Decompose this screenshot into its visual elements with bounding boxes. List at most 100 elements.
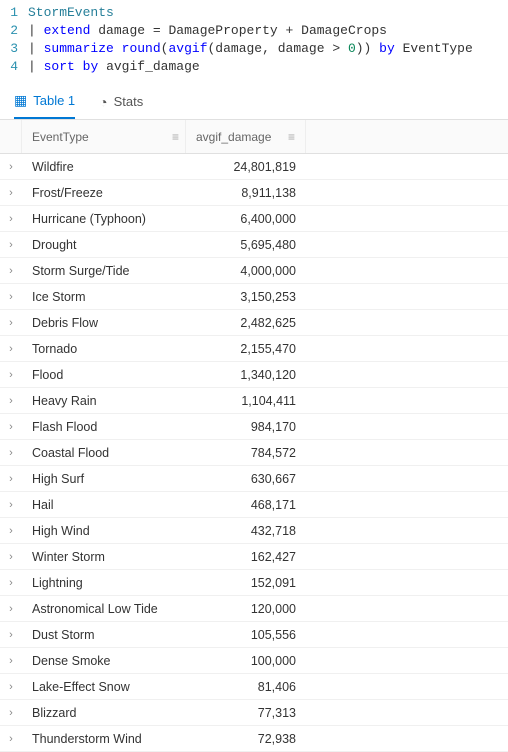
table-row[interactable]: ›Thunderstorm Wind72,938 bbox=[0, 726, 508, 752]
query-editor[interactable]: 1StormEvents2| extend damage = DamagePro… bbox=[0, 0, 508, 84]
cell-damage: 81,406 bbox=[186, 680, 306, 694]
cell-damage: 6,400,000 bbox=[186, 212, 306, 226]
cell-eventtype: Coastal Flood bbox=[22, 446, 186, 460]
grid-body: ›Wildfire24,801,819›Frost/Freeze8,911,13… bbox=[0, 154, 508, 752]
expand-row-icon[interactable]: › bbox=[0, 213, 22, 225]
cell-damage: 432,718 bbox=[186, 524, 306, 538]
expand-row-icon[interactable]: › bbox=[0, 655, 22, 667]
cell-eventtype: Frost/Freeze bbox=[22, 186, 186, 200]
tab-table-label: Table 1 bbox=[33, 93, 75, 108]
expand-row-icon[interactable]: › bbox=[0, 525, 22, 537]
table-row[interactable]: ›Astronomical Low Tide120,000 bbox=[0, 596, 508, 622]
editor-line[interactable]: 4| sort by avgif_damage bbox=[0, 58, 508, 76]
cell-eventtype: Winter Storm bbox=[22, 550, 186, 564]
cell-damage: 120,000 bbox=[186, 602, 306, 616]
expand-row-icon[interactable]: › bbox=[0, 343, 22, 355]
expand-row-icon[interactable]: › bbox=[0, 421, 22, 433]
line-number: 4 bbox=[0, 58, 28, 76]
table-row[interactable]: ›Dust Storm105,556 bbox=[0, 622, 508, 648]
expand-row-icon[interactable]: › bbox=[0, 395, 22, 407]
expand-row-icon[interactable]: › bbox=[0, 265, 22, 277]
expand-row-icon[interactable]: › bbox=[0, 317, 22, 329]
cell-damage: 2,155,470 bbox=[186, 342, 306, 356]
code-text[interactable]: | extend damage = DamageProperty + Damag… bbox=[28, 22, 508, 40]
table-row[interactable]: ›Blizzard77,313 bbox=[0, 700, 508, 726]
table-row[interactable]: ›Ice Storm3,150,253 bbox=[0, 284, 508, 310]
table-row[interactable]: ›Wildfire24,801,819 bbox=[0, 154, 508, 180]
tab-table[interactable]: ▦ Table 1 bbox=[14, 84, 75, 119]
expand-row-icon[interactable]: › bbox=[0, 187, 22, 199]
cell-eventtype: Lake-Effect Snow bbox=[22, 680, 186, 694]
cell-damage: 3,150,253 bbox=[186, 290, 306, 304]
code-text[interactable]: | sort by avgif_damage bbox=[28, 58, 508, 76]
cell-damage: 162,427 bbox=[186, 550, 306, 564]
cell-eventtype: High Surf bbox=[22, 472, 186, 486]
editor-line[interactable]: 3| summarize round(avgif(damage, damage … bbox=[0, 40, 508, 58]
cell-damage: 24,801,819 bbox=[186, 160, 306, 174]
expand-row-icon[interactable]: › bbox=[0, 239, 22, 251]
expand-row-icon[interactable]: › bbox=[0, 499, 22, 511]
table-row[interactable]: ›Flood1,340,120 bbox=[0, 362, 508, 388]
grid-header: EventType ≡ avgif_damage ≡ bbox=[0, 120, 508, 154]
table-row[interactable]: ›High Wind432,718 bbox=[0, 518, 508, 544]
expand-row-icon[interactable]: › bbox=[0, 473, 22, 485]
expand-row-icon[interactable]: › bbox=[0, 369, 22, 381]
results-grid: EventType ≡ avgif_damage ≡ ›Wildfire24,8… bbox=[0, 120, 508, 752]
column-header-damage[interactable]: avgif_damage ≡ bbox=[186, 120, 306, 153]
table-row[interactable]: ›Lake-Effect Snow81,406 bbox=[0, 674, 508, 700]
table-row[interactable]: ›Lightning152,091 bbox=[0, 570, 508, 596]
cell-damage: 1,104,411 bbox=[186, 394, 306, 408]
cell-eventtype: Storm Surge/Tide bbox=[22, 264, 186, 278]
table-row[interactable]: ›Flash Flood984,170 bbox=[0, 414, 508, 440]
cell-damage: 4,000,000 bbox=[186, 264, 306, 278]
column-menu-icon[interactable]: ≡ bbox=[172, 130, 179, 144]
table-row[interactable]: ›Debris Flow2,482,625 bbox=[0, 310, 508, 336]
cell-eventtype: Hurricane (Typhoon) bbox=[22, 212, 186, 226]
column-menu-icon[interactable]: ≡ bbox=[288, 130, 295, 144]
table-row[interactable]: ›Tornado2,155,470 bbox=[0, 336, 508, 362]
table-row[interactable]: ›Heavy Rain1,104,411 bbox=[0, 388, 508, 414]
code-text[interactable]: StormEvents bbox=[28, 4, 508, 22]
expand-row-icon[interactable]: › bbox=[0, 551, 22, 563]
editor-line[interactable]: 2| extend damage = DamageProperty + Dama… bbox=[0, 22, 508, 40]
cell-eventtype: Dust Storm bbox=[22, 628, 186, 642]
column-header-eventtype[interactable]: EventType ≡ bbox=[22, 120, 186, 153]
expand-row-icon[interactable]: › bbox=[0, 291, 22, 303]
expand-row-icon[interactable]: › bbox=[0, 707, 22, 719]
code-text[interactable]: | summarize round(avgif(damage, damage >… bbox=[28, 40, 508, 58]
expand-row-icon[interactable]: › bbox=[0, 629, 22, 641]
editor-line[interactable]: 1StormEvents bbox=[0, 4, 508, 22]
expand-row-icon[interactable]: › bbox=[0, 603, 22, 615]
table-row[interactable]: ›High Surf630,667 bbox=[0, 466, 508, 492]
expander-header bbox=[0, 120, 22, 153]
cell-eventtype: High Wind bbox=[22, 524, 186, 538]
cell-eventtype: Drought bbox=[22, 238, 186, 252]
expand-row-icon[interactable]: › bbox=[0, 577, 22, 589]
cell-damage: 152,091 bbox=[186, 576, 306, 590]
expand-row-icon[interactable]: › bbox=[0, 447, 22, 459]
expand-row-icon[interactable]: › bbox=[0, 681, 22, 693]
table-row[interactable]: ›Winter Storm162,427 bbox=[0, 544, 508, 570]
cell-damage: 630,667 bbox=[186, 472, 306, 486]
cell-eventtype: Flash Flood bbox=[22, 420, 186, 434]
table-row[interactable]: ›Storm Surge/Tide4,000,000 bbox=[0, 258, 508, 284]
cell-eventtype: Hail bbox=[22, 498, 186, 512]
cell-eventtype: Dense Smoke bbox=[22, 654, 186, 668]
line-number: 3 bbox=[0, 40, 28, 58]
tab-stats-label: Stats bbox=[114, 94, 144, 109]
expand-row-icon[interactable]: › bbox=[0, 161, 22, 173]
table-row[interactable]: ›Hail468,171 bbox=[0, 492, 508, 518]
line-number: 1 bbox=[0, 4, 28, 22]
table-row[interactable]: ›Hurricane (Typhoon)6,400,000 bbox=[0, 206, 508, 232]
cell-damage: 105,556 bbox=[186, 628, 306, 642]
expand-row-icon[interactable]: › bbox=[0, 733, 22, 745]
cell-damage: 5,695,480 bbox=[186, 238, 306, 252]
table-row[interactable]: ›Dense Smoke100,000 bbox=[0, 648, 508, 674]
cell-damage: 1,340,120 bbox=[186, 368, 306, 382]
cell-damage: 784,572 bbox=[186, 446, 306, 460]
table-row[interactable]: ›Coastal Flood784,572 bbox=[0, 440, 508, 466]
cell-damage: 8,911,138 bbox=[186, 186, 306, 200]
tab-stats[interactable]: ◔ Stats bbox=[99, 84, 143, 119]
table-row[interactable]: ›Drought5,695,480 bbox=[0, 232, 508, 258]
table-row[interactable]: ›Frost/Freeze8,911,138 bbox=[0, 180, 508, 206]
